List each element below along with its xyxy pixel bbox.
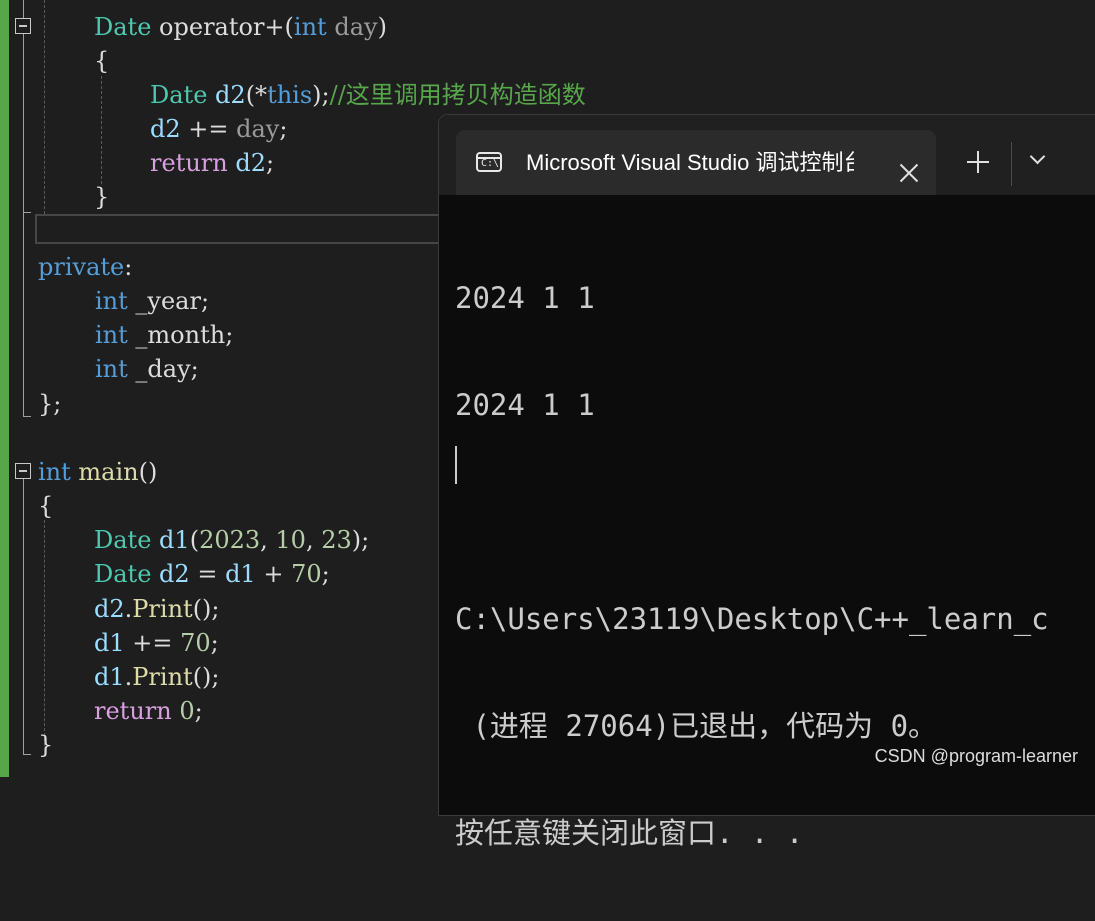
plus-icon[interactable] [967, 151, 989, 173]
console-line: 2024 1 1 [455, 281, 595, 315]
code-line[interactable]: private: [38, 250, 132, 284]
collapse-main-button[interactable] [15, 463, 31, 479]
console-line: 按任意键关闭此窗口. . . [455, 816, 804, 850]
code-line[interactable]: Date d2(*this);//这里调用拷贝构造函数 [150, 78, 586, 112]
code-token: operator+ [159, 13, 285, 41]
code-line[interactable]: }; [38, 387, 61, 421]
console-line: (进程 27064)已退出，代码为 0。 [455, 709, 938, 743]
code-line[interactable]: return 0; [94, 694, 203, 728]
change-tracking-bar [0, 0, 9, 777]
code-token: Date [94, 13, 152, 41]
text-cursor [455, 446, 457, 484]
watermark: CSDN @program-learner [874, 746, 1078, 766]
code-line[interactable]: { [94, 44, 109, 78]
code-line[interactable]: int _month; [95, 318, 233, 352]
code-line[interactable]: return d2; [150, 146, 274, 180]
code-line[interactable]: d1.Print(); [94, 660, 220, 694]
outlining-margin [9, 0, 35, 777]
code-line[interactable]: int _year; [95, 284, 209, 318]
indent-guide [101, 76, 102, 184]
console-output[interactable]: 2024 1 1 2024 1 1 C:\Users\23119\Desktop… [455, 211, 1095, 921]
indent-guide [44, 0, 45, 214]
outline-tick [23, 416, 31, 417]
outline-line [23, 479, 24, 754]
collapse-operator-button[interactable] [15, 18, 31, 34]
outline-line [23, 34, 24, 416]
code-line[interactable]: Date d1(2023, 10, 23); [94, 523, 369, 557]
tab-debug-console[interactable]: C:\ Microsoft Visual Studio 调试控制台 [456, 130, 936, 195]
terminal-titlebar: C:\ Microsoft Visual Studio 调试控制台 [439, 115, 1095, 195]
debug-console-window[interactable]: C:\ Microsoft Visual Studio 调试控制台 2024 1… [438, 114, 1095, 850]
code-line[interactable]: d2 += day; [150, 112, 287, 146]
code-line[interactable]: { [38, 489, 53, 523]
code-line[interactable]: int main() [38, 455, 157, 489]
code-token: int [293, 13, 327, 41]
console-line: 2024 1 1 [455, 388, 595, 422]
titlebar-divider [1011, 142, 1012, 186]
code-line[interactable]: } [94, 180, 109, 214]
terminal-icon: C:\ [476, 152, 502, 172]
tab-title: Microsoft Visual Studio 调试控制台 [526, 150, 854, 175]
code-line[interactable]: Date d2 = d1 + 70; [94, 557, 330, 591]
code-comment: //这里调用拷贝构造函数 [329, 81, 586, 109]
code-line[interactable]: } [38, 728, 53, 762]
close-icon[interactable] [898, 162, 920, 184]
outline-tick [23, 212, 31, 213]
indent-guide [44, 520, 45, 746]
console-line: C:\Users\23119\Desktop\C++_learn_c [455, 602, 1049, 636]
code-line[interactable]: d1 += 70; [94, 626, 219, 660]
chevron-down-icon[interactable] [1029, 149, 1045, 165]
code-token: day [334, 13, 378, 41]
code-line[interactable]: int _day; [95, 352, 199, 386]
code-line[interactable]: Date operator+(int day) [94, 10, 387, 44]
code-line[interactable]: d2.Print(); [94, 592, 220, 626]
outline-tick [23, 754, 31, 755]
outline-line [23, 0, 24, 18]
